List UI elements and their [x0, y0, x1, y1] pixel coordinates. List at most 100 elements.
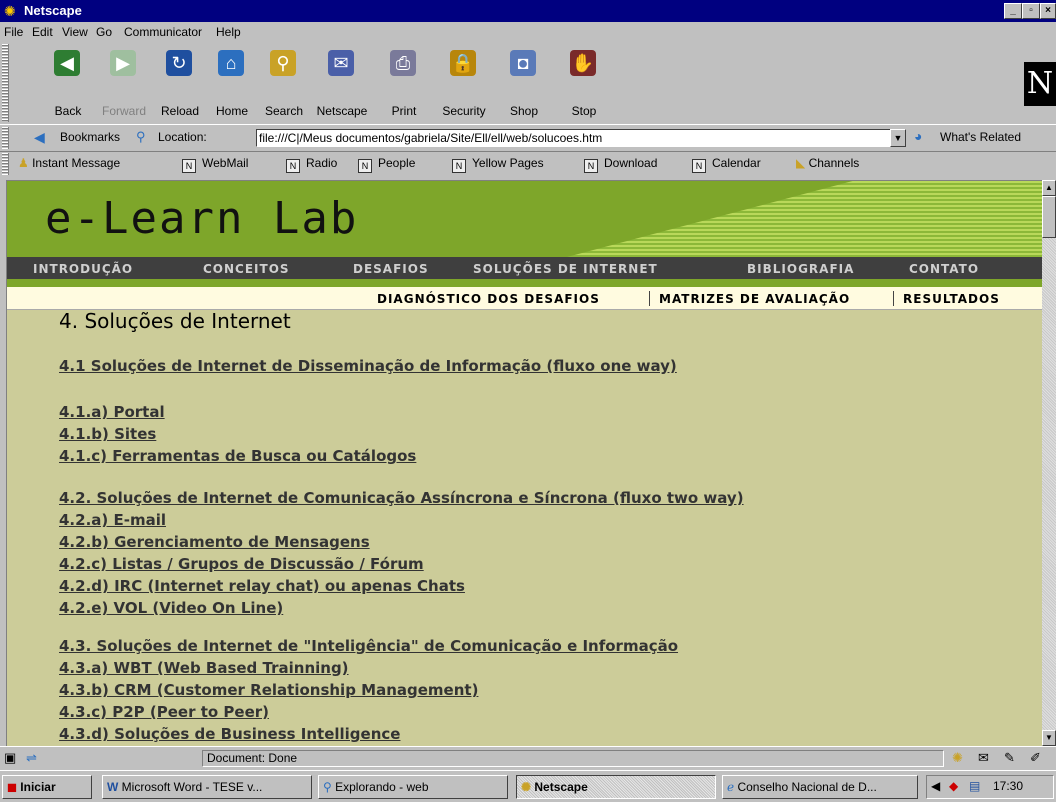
- whats-related-button[interactable]: What's Related: [940, 130, 1021, 144]
- search-label: Search: [264, 104, 304, 118]
- task-conselho-label: Conselho Nacional de D...: [737, 780, 877, 794]
- instant-message-label: Instant Message: [32, 156, 121, 170]
- edit-icon[interactable]: ✐: [1030, 750, 1041, 766]
- page-title: 4. Soluções de Internet: [59, 309, 291, 333]
- subnav-resultados[interactable]: RESULTADOS: [903, 292, 1000, 306]
- component-bar-icon[interactable]: ▣: [4, 750, 16, 766]
- explorer-icon: ⚲: [323, 780, 336, 794]
- minimize-button[interactable]: _: [1004, 3, 1022, 19]
- shop-button[interactable]: ◘ Shop: [496, 44, 552, 122]
- forward-button[interactable]: ▶ Forward: [96, 44, 152, 122]
- tray-app-icon[interactable]: ◆: [949, 779, 958, 793]
- vertical-scrollbar[interactable]: ▲ ▼: [1042, 180, 1056, 746]
- subnav-separator: [893, 291, 894, 306]
- stop-button[interactable]: ✋ Stop: [556, 44, 612, 122]
- link-4-3-b[interactable]: 4.3.b) CRM (Customer Relationship Manage…: [59, 681, 478, 699]
- download-label: Download: [604, 156, 658, 170]
- network-icon[interactable]: ▤: [969, 779, 980, 793]
- search-button[interactable]: ⚲ Search: [256, 44, 312, 122]
- netscape-logo-icon[interactable]: N: [1024, 62, 1056, 106]
- nav-introducao[interactable]: INTRODUÇÃO: [33, 262, 133, 276]
- home-icon: ⌂: [218, 50, 244, 76]
- back-arrow-icon: ◀: [54, 50, 80, 76]
- netscape-button[interactable]: ✉ Netscape: [314, 44, 370, 122]
- link-4-1-c[interactable]: 4.1.c) Ferramentas de Busca ou Catálogos: [59, 447, 416, 465]
- task-conselho[interactable]: ℯ Conselho Nacional de D...: [722, 775, 918, 799]
- location-input[interactable]: file:///C|/Meus documentos/gabriela/Site…: [256, 129, 894, 147]
- calendar-link[interactable]: N Calendar: [692, 156, 761, 173]
- radio-link[interactable]: N Radio: [286, 156, 337, 173]
- yellow-pages-label: Yellow Pages: [472, 156, 544, 170]
- link-4-2-e[interactable]: 4.2.e) VOL (Video On Line): [59, 599, 283, 617]
- scroll-thumb[interactable]: [1042, 196, 1056, 238]
- taskbar-clock[interactable]: 17:30: [993, 779, 1023, 793]
- menu-file[interactable]: File: [4, 25, 23, 39]
- bookmarks-icon: ◀: [34, 129, 45, 145]
- link-4-3-a[interactable]: 4.3.a) WBT (Web Based Trainning): [59, 659, 349, 677]
- system-tray: ◀ ◆ ▤ 17:30: [926, 775, 1054, 799]
- print-button[interactable]: ⎙ Print: [376, 44, 432, 122]
- people-link[interactable]: N People: [358, 156, 415, 173]
- bookmarks-button[interactable]: Bookmarks: [60, 130, 120, 144]
- link-4-2-c[interactable]: 4.2.c) Listas / Grupos de Discussão / Fó…: [59, 555, 424, 573]
- scroll-up-button[interactable]: ▲: [1042, 180, 1056, 196]
- yellow-pages-link[interactable]: N Yellow Pages: [452, 156, 544, 173]
- location-grip[interactable]: [2, 127, 9, 149]
- back-button[interactable]: ◀ Back: [40, 44, 96, 122]
- link-4-1-b[interactable]: 4.1.b) Sites: [59, 425, 156, 443]
- start-button[interactable]: ◼ Iniciar: [2, 775, 92, 799]
- location-dropdown-button[interactable]: ▼: [890, 129, 906, 147]
- netscape-page-icon: N: [692, 159, 706, 173]
- close-button[interactable]: ×: [1040, 3, 1056, 19]
- nav-conceitos[interactable]: CONCEITOS: [203, 262, 290, 276]
- link-4-3[interactable]: 4.3. Soluções de Internet de "Inteligênc…: [59, 637, 678, 655]
- link-4-1-a[interactable]: 4.1.a) Portal: [59, 403, 165, 421]
- menu-help[interactable]: Help: [216, 25, 241, 39]
- security-button[interactable]: 🔒 Security: [436, 44, 492, 122]
- download-link[interactable]: N Download: [584, 156, 657, 173]
- menu-edit[interactable]: Edit: [32, 25, 53, 39]
- toolbar-grip[interactable]: [2, 44, 9, 122]
- task-explorer[interactable]: ⚲ Explorando - web: [318, 775, 508, 799]
- link-4-2-d[interactable]: 4.2.d) IRC (Internet relay chat) ou apen…: [59, 577, 465, 595]
- volume-icon[interactable]: ◀: [931, 779, 940, 793]
- restore-button[interactable]: ▫: [1022, 3, 1040, 19]
- forward-arrow-icon: ▶: [110, 50, 136, 76]
- composer-icon[interactable]: ✎: [1004, 750, 1015, 766]
- webmail-link[interactable]: N WebMail: [182, 156, 248, 173]
- nav-desafios[interactable]: DESAFIOS: [353, 262, 429, 276]
- netscape-app-icon: ✺: [4, 3, 16, 19]
- window-titlebar[interactable]: ✺ Netscape _ ▫ ×: [0, 0, 1056, 22]
- subnav-diagnostico[interactable]: DIAGNÓSTICO DOS DESAFIOS: [377, 292, 600, 306]
- link-4-3-c[interactable]: 4.3.c) P2P (Peer to Peer): [59, 703, 269, 721]
- instant-message-link[interactable]: ♟ Instant Message: [18, 156, 120, 170]
- menu-view[interactable]: View: [62, 25, 88, 39]
- menu-communicator[interactable]: Communicator: [124, 25, 202, 39]
- link-4-2-b[interactable]: 4.2.b) Gerenciamento de Mensagens: [59, 533, 370, 551]
- link-4-3-d[interactable]: 4.3.d) Soluções de Business Intelligence: [59, 725, 400, 743]
- scroll-down-button[interactable]: ▼: [1042, 730, 1056, 746]
- nav-solucoes[interactable]: SOLUÇÕES DE INTERNET: [473, 262, 658, 276]
- nav-bibliografia[interactable]: BIBLIOGRAFIA: [747, 262, 854, 276]
- task-netscape[interactable]: ✺ Netscape: [516, 775, 716, 799]
- personal-grip[interactable]: [2, 153, 9, 175]
- mail-icon[interactable]: ✉: [978, 750, 989, 766]
- subnav-matrizes[interactable]: MATRIZES DE AVALIAÇÃO: [659, 292, 850, 306]
- link-4-2-a[interactable]: 4.2.a) E-mail: [59, 511, 166, 529]
- nav-contato[interactable]: CONTATO: [909, 262, 979, 276]
- channels-link[interactable]: ◣ Channels: [796, 156, 859, 170]
- netscape-page-icon: N: [182, 159, 196, 173]
- location-icon: ⚲: [136, 129, 146, 144]
- navigator-icon[interactable]: ✺: [952, 750, 963, 766]
- site-logo[interactable]: e-Learn Lab: [45, 193, 358, 244]
- home-button[interactable]: ⌂ Home: [204, 44, 260, 122]
- my-netscape-icon: ✉: [328, 50, 354, 76]
- task-word[interactable]: W Microsoft Word - TESE v...: [102, 775, 312, 799]
- reload-button[interactable]: ↻ Reload: [152, 44, 208, 122]
- taskbar: ◼ Iniciar W Microsoft Word - TESE v... ⚲…: [0, 770, 1056, 802]
- menu-bar: File Edit View Go Communicator Help: [0, 22, 1056, 42]
- personal-toolbar: ♟ Instant Message N WebMail N Radio N Peopl…: [0, 151, 1056, 177]
- link-4-2[interactable]: 4.2. Soluções de Internet de Comunicação…: [59, 489, 744, 507]
- menu-go[interactable]: Go: [96, 25, 112, 39]
- link-4-1[interactable]: 4.1 Soluções de Internet de Disseminação…: [59, 357, 677, 375]
